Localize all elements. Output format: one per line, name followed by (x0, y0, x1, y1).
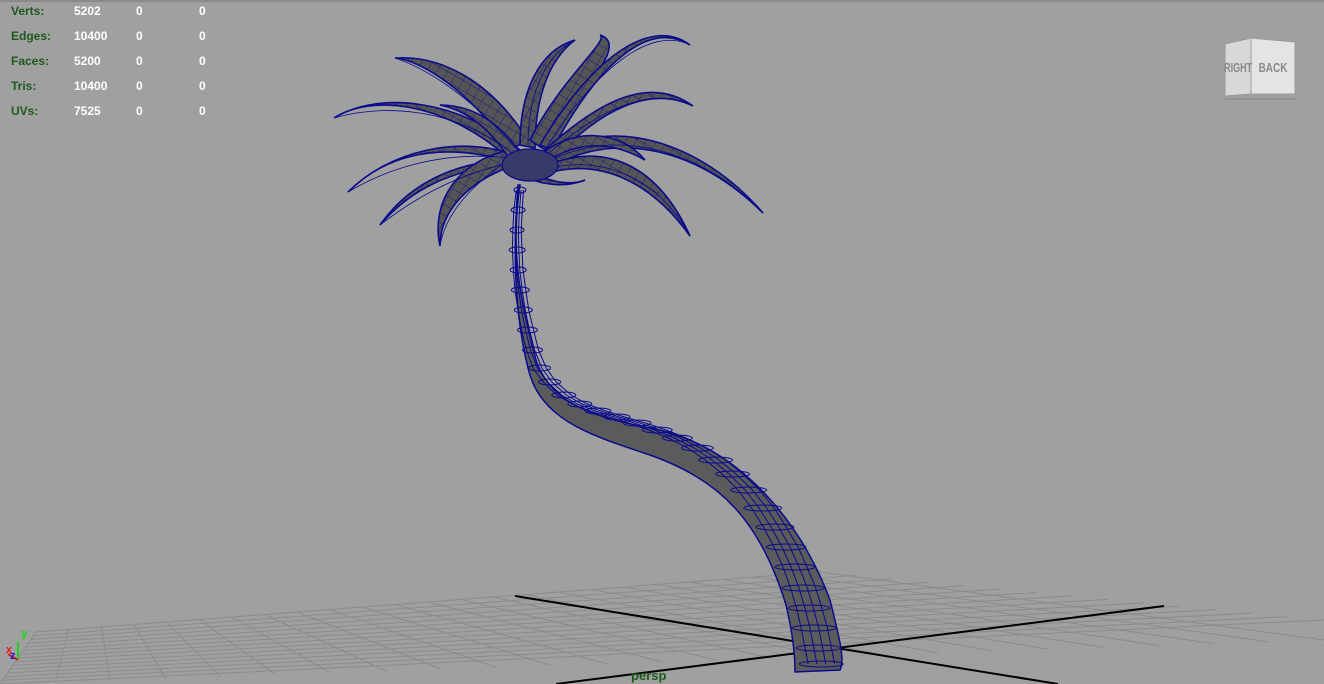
viewcube-right-face[interactable]: RIGHT (1224, 62, 1252, 76)
hud-value: 5202 (74, 4, 101, 18)
grid-line (100, 626, 111, 681)
hud-value: 0 (136, 79, 143, 93)
camera-name-label: persp (631, 668, 667, 683)
hud-value: 0 (199, 4, 206, 18)
hud-value: 10400 (74, 29, 108, 43)
axis-gizmo: y x z (4, 624, 34, 664)
hud-value: 0 (136, 4, 143, 18)
grid-line (20, 592, 1037, 655)
perspective-viewport[interactable]: Verts: 5202 0 0 Edges: 10400 0 0 Faces: 5200 0 0 Tri… (0, 0, 1324, 684)
frond-crown-base (501, 148, 559, 182)
trunk-ring (510, 206, 526, 214)
grid-line (23, 588, 1001, 652)
grid-line (5, 612, 1253, 678)
view-cube[interactable]: RIGHT BACK (1221, 36, 1299, 100)
hud-value: 10400 (74, 79, 108, 93)
grid-line (10, 605, 1181, 670)
hud-value: 0 (136, 54, 143, 68)
trunk-ring (508, 246, 526, 254)
hud-label: Faces: (11, 54, 50, 68)
trunk-ring (509, 226, 525, 234)
axis-z-label: z (10, 650, 16, 662)
axis-y-label: y (21, 626, 28, 640)
hud-value: 7525 (74, 104, 101, 118)
grid-line (133, 624, 166, 679)
hud-label: UVs: (11, 104, 39, 118)
hud-label: Tris: (11, 79, 37, 93)
palm-fronds (333, 34, 764, 247)
hud-value: 0 (136, 104, 143, 118)
hud-value: 0 (136, 29, 143, 43)
hud-value: 5200 (74, 54, 101, 68)
hud-value: 0 (199, 54, 206, 68)
hud-value: 0 (199, 29, 206, 43)
hud-label: Edges: (11, 29, 52, 43)
viewcube-back-face[interactable]: BACK (1259, 62, 1289, 75)
grid-line (7, 609, 1217, 674)
hud-label: Verts: (11, 4, 45, 18)
hud-value: 0 (199, 104, 206, 118)
hud-value: 0 (199, 79, 206, 93)
